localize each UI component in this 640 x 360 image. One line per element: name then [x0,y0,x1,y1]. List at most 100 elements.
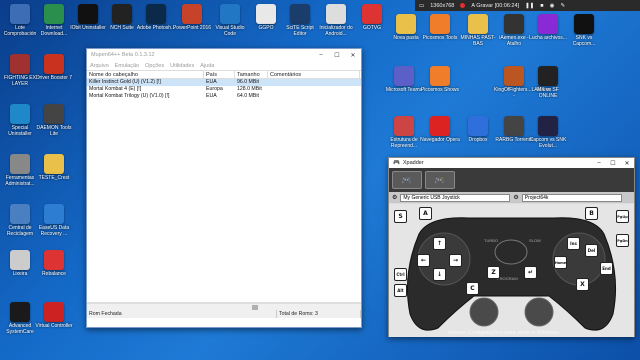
stop-icon[interactable]: ■ [540,3,543,9]
button-ctrl[interactable]: Ctrl [394,268,407,281]
table-row[interactable]: Mortal Kombat 4 (E) [!] Europa 128.0 MBi… [87,86,361,93]
controller-tab-1[interactable]: 🎮 [392,171,422,189]
button-enter[interactable]: ↵ [524,266,537,279]
maximize-button[interactable]: ☐ [329,49,345,61]
record-indicator-icon [460,3,466,8]
desktop-icon-teams[interactable]: Microsoft Teams [384,66,424,94]
button-home[interactable]: Home [554,256,567,269]
desktop-icon-lucha[interactable]: Lucha archivos... [528,14,568,42]
app-icon [430,116,450,136]
folder-icon [44,154,64,174]
app-icon [220,4,240,24]
app-icon [256,4,276,24]
menu-arquivo[interactable]: Arquivo [90,63,109,69]
desktop-icon-virtual-controller[interactable]: Virtual Controller [34,302,74,330]
app-icon [430,14,450,34]
app-icon [538,116,558,136]
desktop-icon-picosmos-tools[interactable]: Picosmos Tools [420,14,460,42]
gamepad-icon: 🎮 [401,174,413,185]
button-up[interactable]: ↑ [433,237,446,250]
app-icon [10,204,30,224]
app-icon [146,4,166,24]
button-a-shoulder[interactable]: A [419,207,432,220]
desktop-icon-scite[interactable]: SciTE Script Editor [280,4,320,37]
monitor-icon[interactable]: ▭ [419,3,424,9]
column-header-comments[interactable]: Comentários [268,71,360,78]
camera-icon[interactable]: ◉ [550,3,555,9]
scrollbar-thumb[interactable] [252,305,258,310]
desktop-icon-estrutura[interactable]: Estrutura de Repreend... [384,116,424,149]
menu-ajuda[interactable]: Ajuda [200,63,214,69]
controller-tab-2[interactable]: 🎮 [425,171,455,189]
menu-utilidades[interactable]: Utilidades [170,63,194,69]
app-icon [290,4,310,24]
button-pgdn[interactable]: PgDn [616,234,629,247]
desktop-icon-driver-booster[interactable]: Driver Booster 7 [34,54,74,82]
desktop-icon-opera[interactable]: Navegador Opera [420,116,460,144]
close-button[interactable]: ✕ [345,49,361,61]
turbo-label: TURBO [484,238,498,243]
button-z[interactable]: Z [487,266,500,279]
button-alt[interactable]: Alt [394,284,407,297]
menu-opcoes[interactable]: Opções [145,63,164,69]
button-pgup[interactable]: PgUp [616,210,629,223]
desktop-icon-powerpoint[interactable]: PowerPoint 2016 [172,4,212,32]
table-row[interactable]: Mortal Kombat Trilogy (U) (V1.0) [!] EUA… [87,93,361,100]
button-del[interactable]: Del [585,244,598,257]
app-icon [362,4,382,24]
mupen-window: Mupen64++ Beta 0.1.3.12 – ☐ ✕ Arquivo Em… [86,48,362,328]
column-header-name[interactable]: Nome do cabeçalho [87,71,204,78]
desktop-icon-daemon[interactable]: DAEMON Tools Lite [34,104,74,137]
button-ins[interactable]: Ins [567,237,580,250]
button-s[interactable]: S [394,210,407,223]
desktop-icon-easeus[interactable]: EaseUS Data Recovery ... [34,204,74,237]
gamepad-icon: 🎮 [393,160,400,166]
button-b[interactable]: B [585,207,598,220]
maximize-button[interactable]: ☐ [606,158,620,168]
rom-list: Killer Instinct Gold (U) (V1.2) [!] EUA … [87,79,361,303]
desktop-icon-teste[interactable]: TESTE_Crest [34,154,74,182]
desktop-icon-snk-capcom[interactable]: SNK vs Capcom... [564,14,604,47]
app-icon [394,116,414,136]
desktop-icon-dropbox[interactable]: Dropbox [458,116,498,144]
desktop-icon-rebalance[interactable]: Rebalance [34,250,74,278]
app-icon [10,54,30,74]
pause-icon[interactable]: ❚❚ [525,3,534,9]
xpadder-window: 🎮 Xpadder – ☐ ✕ 🎮 🎮 ⚙ My Generic USB Joy… [388,157,635,337]
desktop-icon-photoshop[interactable]: Adobe Photosh... [136,4,176,32]
xpadder-title-bar[interactable]: 🎮 Xpadder – ☐ ✕ [389,158,634,168]
table-row[interactable]: Killer Instinct Gold (U) (V1.2) [!] EUA … [87,79,361,86]
controller-name-field[interactable]: My Generic USB Joystick [400,193,511,202]
app-icon [538,14,558,34]
desktop-icon-vscode[interactable]: Visual Studio Code [210,4,250,37]
button-end[interactable]: End [600,262,613,275]
minimize-button[interactable]: – [313,49,329,61]
profile-name-field[interactable]: Project64k [521,193,622,202]
close-button[interactable]: ✕ [620,158,634,168]
button-c[interactable]: C [466,282,479,295]
app-icon [44,250,64,270]
button-right[interactable]: → [449,254,462,267]
menu-emulacao[interactable]: Emulação [115,63,139,69]
desktop-icon-mk-vs-sf[interactable]: MK vs SF ONLINE [528,66,568,99]
minimize-button[interactable]: – [592,158,606,168]
button-left[interactable]: ← [417,254,430,267]
horizontal-scrollbar[interactable] [87,303,361,310]
pencil-icon[interactable]: ✎ [560,3,565,9]
button-x[interactable]: X [576,278,589,291]
rom-name: Mortal Kombat Trilogy (U) (V1.0) [!] [89,93,170,99]
desktop-icon-capcom-snk[interactable]: Capcom vs SNK Evolut... [528,116,568,149]
column-header-country[interactable]: País [204,71,235,78]
profile-settings-icon[interactable]: ⚙ [513,194,518,201]
rom-size: 96.0 MBit [237,79,259,85]
desktop-icon-minhas-pastas[interactable]: MINHAS PAST-BAS [458,14,498,47]
button-down[interactable]: ↓ [433,268,446,281]
recording-toolbar: ▭ 1360x768 A Gravar [00:06:24] ❚❚ ■ ◉ ✎ [415,0,640,11]
desktop-icon-android[interactable]: Inicializador do Android... [316,4,356,37]
rom-comment [268,79,360,86]
menu-bar: Arquivo Emulação Opções Utilidades Ajuda [87,61,361,70]
desktop-icon-picosmos-shows[interactable]: Picosmos Shows [420,66,460,94]
controller-settings-icon[interactable]: ⚙ [392,194,397,201]
mupen-title-bar[interactable]: Mupen64++ Beta 0.1.3.12 – ☐ ✕ [87,49,361,61]
column-header-size[interactable]: Tamanho [235,71,268,78]
